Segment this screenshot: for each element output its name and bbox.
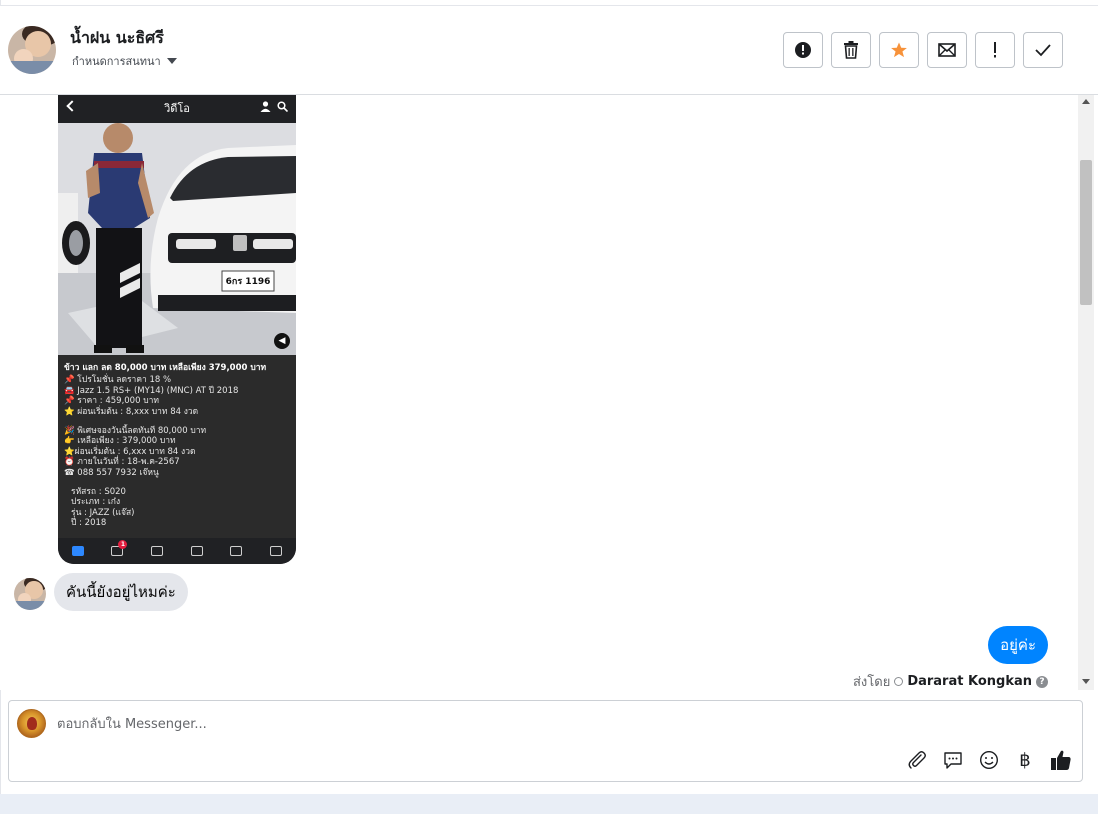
star-button[interactable] xyxy=(879,32,919,68)
caption-line: 🎉 พิเศษจองวันนี้ลดทันที 80,000 บาท xyxy=(64,426,207,437)
caption-line: 👉 เหลือเพียง : 379,000 บาท xyxy=(64,436,176,447)
emoji-icon xyxy=(979,750,999,770)
caption-line: ⭐ ผ่อนเริ่มต้น : 8,xxx บาท 84 งวด xyxy=(64,406,199,417)
star-icon xyxy=(891,42,907,58)
notification-badge: 1 xyxy=(118,540,128,549)
home-icon xyxy=(71,546,84,556)
reply-composer: ฿ xyxy=(8,700,1083,782)
follow-up-button[interactable] xyxy=(975,32,1015,68)
thread-scrollbar[interactable] xyxy=(1078,95,1094,690)
phone-top-title: วิดีโอ xyxy=(164,102,190,115)
alert-circle-icon xyxy=(795,42,811,58)
scroll-thumb[interactable] xyxy=(1080,160,1092,305)
saved-reply-icon xyxy=(944,752,962,769)
speaker-icon: ◀ xyxy=(274,333,290,349)
scroll-up-arrow-icon[interactable] xyxy=(1082,99,1090,104)
composer-tools: ฿ xyxy=(906,749,1072,771)
header-actions xyxy=(783,32,1063,68)
phone-bottom-nav: 1 xyxy=(58,538,296,564)
attach-icon xyxy=(908,751,926,769)
caption-line: 📌 ราคา : 459,000 บาท xyxy=(64,396,159,407)
friends-icon: 1 xyxy=(111,540,128,556)
watch-icon xyxy=(151,546,164,556)
video-frame: 6กร 1196 ◀ xyxy=(58,123,296,355)
caption-line: ปี : 2018 xyxy=(71,518,107,529)
sent-status-icon xyxy=(894,677,904,686)
caption-line: ☎ 088 557 7932 เจ๊หนู xyxy=(64,467,159,478)
caption-line: ประเภท : เก๋ง xyxy=(71,497,121,508)
conversation-settings-dropdown[interactable]: กำหนดการสนทนา xyxy=(72,52,177,70)
contact-name[interactable]: น้ำฝน นะธิศรี xyxy=(70,26,164,51)
caption-line: รหัสรถ : S020 xyxy=(71,487,126,498)
sent-by-info: ส่งโดย Dararat Kongkan ? xyxy=(853,671,1048,690)
search-icon xyxy=(277,101,288,112)
sent-by-label: ส่งโดย xyxy=(852,675,891,690)
attach-button[interactable] xyxy=(906,749,928,771)
caption-line: ⭐ผ่อนเริ่มต้น : 6,xxx บาท 84 งวด xyxy=(64,446,196,457)
check-icon xyxy=(1035,44,1051,57)
person-icon xyxy=(260,101,271,112)
caption-headline: ข้าว แลก ลด 80,000 บาท เหลือเพียง 379,00… xyxy=(64,363,267,373)
reply-input[interactable] xyxy=(57,713,957,735)
emoji-button[interactable] xyxy=(978,749,1000,771)
scroll-down-arrow-icon[interactable] xyxy=(1082,679,1090,684)
payment-button[interactable]: ฿ xyxy=(1014,749,1036,771)
report-spam-button[interactable] xyxy=(783,32,823,68)
caption-line: รุ่น : JAZZ (แจ๊ส) xyxy=(71,507,135,518)
mark-unread-button[interactable] xyxy=(927,32,967,68)
sender-name[interactable]: Dararat Kongkan xyxy=(907,674,1032,689)
caption-line: 📌 โปรโมชั่น ลดราคา 18 % xyxy=(64,375,172,386)
phone-top-bar: วิดีโอ xyxy=(58,95,296,123)
outgoing-message[interactable]: อยู่ค่ะ xyxy=(988,626,1048,664)
back-arrow-icon xyxy=(66,100,78,112)
exclamation-icon xyxy=(994,42,996,58)
envelope-icon xyxy=(938,43,956,57)
license-plate-text: 6กร 1196 xyxy=(225,277,271,287)
delete-button[interactable] xyxy=(831,32,871,68)
conversation-settings-label: กำหนดการสนทนา xyxy=(72,55,161,68)
marketplace-icon xyxy=(190,546,203,556)
baht-icon: ฿ xyxy=(1019,749,1031,771)
trash-icon xyxy=(844,41,858,59)
mark-done-button[interactable] xyxy=(1023,32,1063,68)
contact-avatar[interactable] xyxy=(8,26,56,74)
post-caption: ข้าว แลก ลด 80,000 บาท เหลือเพียง 379,00… xyxy=(64,363,292,529)
menu-icon xyxy=(270,546,283,556)
caption-line: ⏰ ภายในวันที่ : 18-พ.ค-2567 xyxy=(64,457,180,468)
message-thread[interactable]: วิดีโอ 6กร 1196 ◀ ข้าว แลก ลด 80,000 บาท… xyxy=(0,95,1078,690)
like-button[interactable] xyxy=(1050,749,1072,771)
page-avatar xyxy=(17,709,46,738)
help-icon[interactable]: ? xyxy=(1036,675,1048,688)
incoming-message[interactable]: คันนี้ยังอยู่ไหมค่ะ xyxy=(54,573,188,611)
like-icon xyxy=(1051,750,1071,770)
caption-line: 🚘 Jazz 1.5 RS+ (MY14) (MNC) AT ปี 2018 xyxy=(64,385,239,396)
saved-reply-button[interactable] xyxy=(942,749,964,771)
sender-avatar[interactable] xyxy=(14,578,46,610)
conversation-header: น้ำฝน นะธิศรี กำหนดการสนทนา xyxy=(0,6,1098,95)
car-showroom-illustration xyxy=(58,123,296,355)
image-attachment[interactable]: วิดีโอ 6กร 1196 ◀ ข้าว แลก ลด 80,000 บาท… xyxy=(58,95,296,564)
bell-icon xyxy=(230,546,243,556)
caret-down-icon xyxy=(166,58,177,64)
